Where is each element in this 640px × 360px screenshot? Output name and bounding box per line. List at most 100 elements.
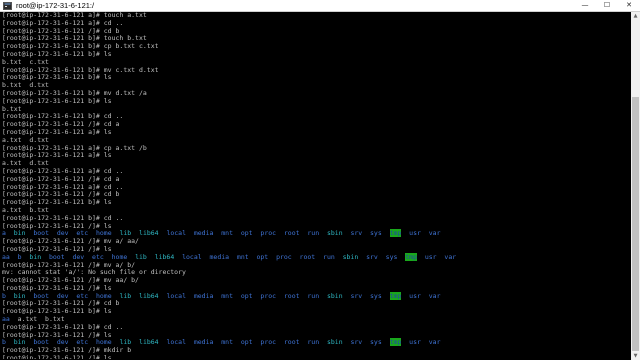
terminal-text: [root@ip-172-31-6-121 /]# mv aa/ b/ <box>2 276 139 285</box>
terminal-text: [root@ip-172-31-6-121 b]# ls <box>2 307 112 316</box>
terminal-text: [root@ip-172-31-6-121 b]# mv c.txt d.txt <box>2 65 159 74</box>
directory-entry: root <box>283 291 300 300</box>
terminal-text: [root@ip-172-31-6-121 /]# cd b <box>2 190 120 199</box>
terminal-text: [root@ip-172-31-6-121 a]# ls <box>2 127 112 136</box>
terminal-text: [root@ip-172-31-6-121 /]# cd a <box>2 174 120 183</box>
directory-entry: media <box>193 291 214 300</box>
directory-entry: root <box>283 338 300 347</box>
directory-entry: opt <box>240 291 253 300</box>
terminal-text: [root@ip-172-31-6-121 b]# ls <box>2 96 112 105</box>
directory-entry: dev <box>56 229 69 238</box>
terminal-text: [root@ip-172-31-6-121 b]# touch b.txt <box>2 34 147 43</box>
directory-entry: usr <box>409 229 421 238</box>
terminal-text: [root@ip-172-31-6-121 b]# cp b.txt c.txt <box>2 42 159 51</box>
directory-entry: opt <box>240 229 253 238</box>
symlink-entry: sbin <box>326 291 343 300</box>
symlink-entry: lib <box>135 252 147 261</box>
directory-entry: usr <box>409 338 421 347</box>
directory-entry: root <box>283 229 300 238</box>
terminal-text: a.txt b.txt <box>9 315 65 324</box>
symlink-entry: lib <box>119 338 132 347</box>
highlighted-directory-entry: tmp <box>389 338 402 347</box>
maximize-button[interactable]: ☐ <box>596 0 618 11</box>
directory-entry: boot <box>33 291 49 300</box>
terminal-line: [root@ip-172-31-6-121 a]# ls <box>2 127 630 137</box>
directory-entry: run <box>307 338 320 347</box>
directory-entry: var <box>444 252 457 261</box>
directory-entry: srv <box>366 252 378 261</box>
directory-entry: var <box>428 338 441 347</box>
directory-entry: etc <box>92 252 104 261</box>
highlighted-directory-entry: tmp <box>389 229 402 238</box>
directory-entry: mnt <box>236 252 249 261</box>
terminal-window: root@ip-172-31-6-121:/ — ☐ ✕ [root@ip-17… <box>0 0 640 360</box>
terminal-line: [root@ip-172-31-6-121 b]# ls <box>2 198 630 207</box>
terminal-text: [root@ip-172-31-6-121 /]# cd b <box>2 299 120 308</box>
minimize-button[interactable]: — <box>574 0 596 11</box>
terminal-app-icon[interactable] <box>3 1 12 10</box>
terminal-line: [root@ip-172-31-6-121 /]# ls <box>2 354 630 359</box>
terminal-text: [root@ip-172-31-6-121 b]# ls <box>2 49 112 58</box>
terminal-output[interactable]: [root@ip-172-31-6-121 a]# touch a.txt [ro… <box>2 12 630 359</box>
scroll-up-arrow-icon[interactable]: ▲ <box>631 12 640 20</box>
directory-entry: media <box>193 338 214 347</box>
directory-entry: sys <box>370 229 382 238</box>
vertical-scrollbar[interactable]: ▲ ▼ <box>631 12 640 360</box>
directory-entry: proc <box>260 229 277 238</box>
directory-entry: mnt <box>221 229 233 238</box>
close-button[interactable]: ✕ <box>618 0 640 11</box>
terminal-text: [root@ip-172-31-6-121 b]# cd .. <box>2 322 124 331</box>
directory-entry: home <box>95 338 112 347</box>
directory-entry: mnt <box>221 291 233 300</box>
scroll-down-arrow-icon[interactable]: ▼ <box>631 352 640 360</box>
terminal-text: b.txt d.txt <box>2 81 49 90</box>
scrollbar-thumb[interactable] <box>632 97 639 351</box>
title-bar[interactable]: root@ip-172-31-6-121:/ — ☐ ✕ <box>0 0 640 12</box>
symlink-entry: sbin <box>342 252 359 261</box>
terminal-line: [root@ip-172-31-6-121 b]# ls <box>2 73 630 82</box>
terminal-text: [root@ip-172-31-6-121 /]# ls <box>2 244 112 253</box>
highlighted-directory-entry: tmp <box>389 291 402 300</box>
directory-entry: local <box>182 252 202 261</box>
terminal-text: [root@ip-172-31-6-121 a]# cd .. <box>2 182 124 191</box>
directory-entry: srv <box>350 229 363 238</box>
directory-entry: run <box>307 291 320 300</box>
terminal-text: [root@ip-172-31-6-121 /]# ls <box>2 330 112 339</box>
symlink-entry: bin <box>13 229 26 238</box>
terminal-text: [root@ip-172-31-6-121 /]# mv a/ aa/ <box>2 237 139 246</box>
terminal-text: a.txt b.txt <box>2 205 49 214</box>
symlink-entry: lib64 <box>139 338 159 347</box>
symlink-entry: bin <box>13 291 26 300</box>
